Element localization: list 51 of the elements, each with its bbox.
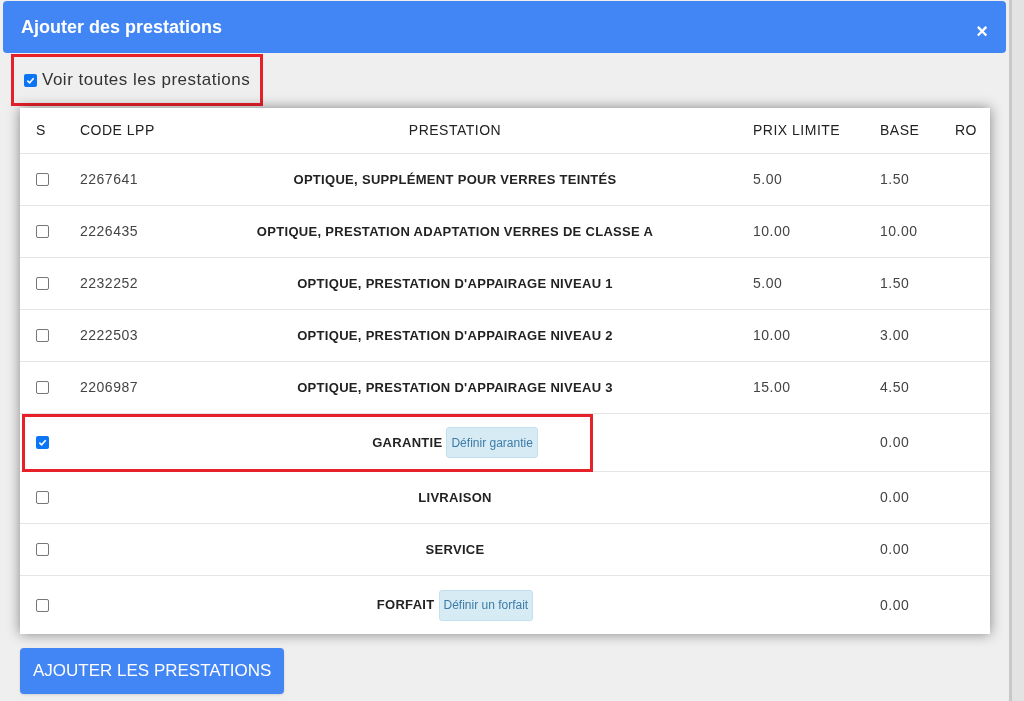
checkbox[interactable]	[36, 225, 49, 238]
table-cell-text: 0.00	[880, 595, 910, 615]
column-header: RO	[955, 121, 977, 140]
table-cell-text: LIVRAISON	[418, 488, 492, 507]
add-button[interactable]: AJOUTER LES PRESTATIONS	[20, 648, 285, 694]
table-cell-text: 5.00	[753, 274, 783, 293]
table-cell-text: OPTIQUE, PRESTATION D'APPAIRAGE NIVEAU 2	[297, 326, 613, 345]
table-cell-text: OPTIQUE, PRESTATION ADAPTATION VERRES DE CLASSE A	[256, 222, 654, 241]
table-cell-text: SERVICE	[425, 540, 485, 559]
column-header: BASE	[880, 121, 920, 140]
table-cell-text: 1.50	[880, 170, 910, 189]
table-cell-text: 2206987	[80, 378, 138, 397]
table-cell-text: 0.00	[880, 433, 910, 452]
column-header: PRESTATION	[408, 121, 502, 140]
checkbox[interactable]	[24, 73, 37, 87]
checkbox[interactable]	[36, 598, 49, 612]
table-cell-text: 4.50	[880, 378, 910, 397]
table-cell-text: 10.00	[753, 222, 791, 241]
table-cell-text: 15.00	[753, 378, 791, 397]
table-cell-text: 2267641	[80, 170, 138, 189]
table-cell-text: 2222503	[80, 326, 138, 345]
table-cell-text: FORFAIT	[376, 596, 435, 615]
define-button[interactable]: Définir garantie	[446, 427, 538, 458]
checkbox[interactable]	[36, 543, 49, 556]
checkbox[interactable]	[36, 173, 49, 186]
column-header: CODE LPP	[80, 121, 155, 140]
checkbox[interactable]	[36, 381, 49, 394]
dialog-title: Ajouter des prestations	[21, 15, 223, 39]
define-button[interactable]: Définir un forfait	[438, 589, 534, 621]
table-cell-text: 5.00	[753, 170, 783, 189]
table-cell-text: 10.00	[753, 326, 791, 345]
table-cell-text: 2226435	[80, 222, 138, 241]
table-cell-text: 0.00	[880, 540, 910, 559]
table-cell-text: 0.00	[880, 488, 910, 507]
table-cell-text: OPTIQUE, PRESTATION D'APPAIRAGE NIVEAU 3	[297, 378, 613, 397]
table-cell-text: 2232252	[80, 274, 138, 293]
checkbox-label: Voir toutes les prestations	[42, 69, 251, 92]
table-cell-text: OPTIQUE, SUPPLÉMENT POUR VERRES TEINTÉS	[293, 170, 617, 189]
table-cell-text: 3.00	[880, 326, 910, 345]
table-cell-text: GARANTIE	[372, 433, 443, 452]
table-cell-text: 1.50	[880, 274, 910, 293]
column-header: PRIX LIMITE	[753, 121, 841, 140]
checkbox[interactable]	[36, 329, 49, 342]
show-all-checkbox-row[interactable]: Voir toutes les prestations	[11, 54, 264, 106]
checkbox[interactable]	[36, 436, 49, 449]
table-cell-text: OPTIQUE, PRESTATION D'APPAIRAGE NIVEAU 1	[297, 274, 613, 293]
close-button[interactable]: ×	[976, 16, 988, 46]
column-header: S	[36, 121, 46, 140]
checkbox[interactable]	[36, 491, 49, 504]
checkbox[interactable]	[36, 277, 49, 290]
table-cell-text: 10.00	[880, 222, 918, 241]
